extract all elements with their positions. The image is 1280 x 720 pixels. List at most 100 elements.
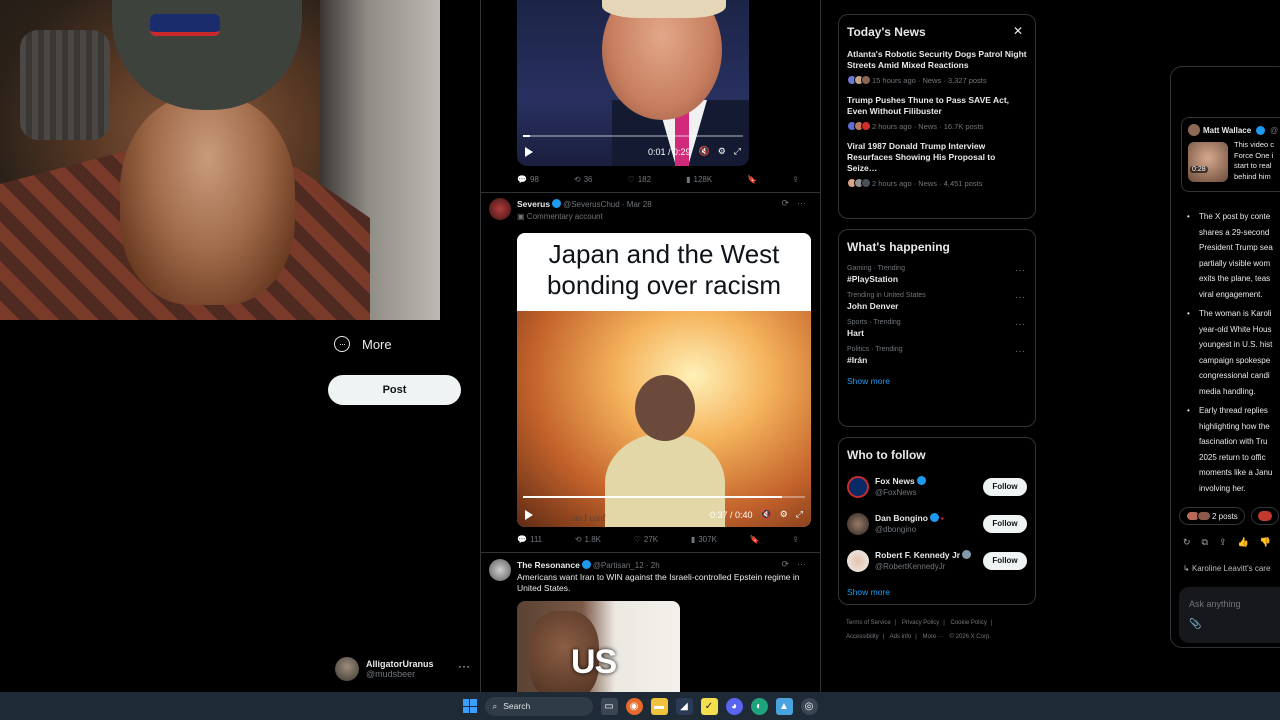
tweet-menu-icon[interactable]: ··· xyxy=(797,198,806,209)
trend-menu-icon[interactable]: ··· xyxy=(1015,265,1025,276)
follow-suggestion[interactable]: Robert F. Kennedy Jr @RobertKennedyJr Fo… xyxy=(839,542,1035,579)
tweet2-video[interactable]: Japan and the West bonding over racism n… xyxy=(517,233,811,527)
bookmark-icon[interactable]: 🔖 xyxy=(747,175,757,184)
video-progress-bar[interactable] xyxy=(523,496,805,498)
grok-bullet: The X post by conte shares a 29-second P… xyxy=(1187,209,1280,302)
share-icon[interactable]: ⇪ xyxy=(792,535,799,544)
like-button[interactable]: ♡ 182 xyxy=(628,175,652,184)
copy-icon[interactable]: ⧉ xyxy=(1202,537,1208,548)
grok-icon[interactable]: ⟳ xyxy=(781,559,789,570)
settings-icon[interactable]: ⚙ xyxy=(780,509,788,520)
tweet1-actions: 💬 98 ⟲ 36 ♡ 182 ▮ 128K 🔖 ⇪ xyxy=(517,175,799,184)
follow-button[interactable]: Follow xyxy=(983,477,1027,496)
mute-icon[interactable]: 🔇 xyxy=(761,509,772,520)
repost-button[interactable]: ⟲ 36 xyxy=(574,175,593,184)
firefox-icon[interactable]: ◉ xyxy=(625,697,643,715)
news-item[interactable]: Trump Pushes Thune to Pass SAVE Act, Eve… xyxy=(839,91,1035,137)
tweet2-date[interactable]: Mar 28 xyxy=(627,200,652,209)
file-explorer-icon[interactable]: ▬ xyxy=(650,697,668,715)
follow-suggestion[interactable]: Dan Bongino ▪ @dbongino Follow xyxy=(839,505,1035,542)
task-view-icon[interactable]: ▭ xyxy=(600,697,618,715)
account-switcher[interactable]: AlligatorUranus @mudsbeer ··· xyxy=(335,655,470,683)
windows-start-icon[interactable] xyxy=(462,699,477,713)
photos-icon[interactable]: ▲ xyxy=(775,697,793,715)
views-button[interactable]: ▮ 128K xyxy=(686,175,712,184)
play-icon[interactable] xyxy=(525,146,533,157)
footer-privacy[interactable]: Privacy Policy xyxy=(902,620,939,626)
account-name: AlligatorUranus xyxy=(366,659,434,669)
follow-suggestion[interactable]: Fox News @FoxNews Follow xyxy=(839,468,1035,505)
share-icon[interactable]: ⇪ xyxy=(1219,537,1227,548)
app-icon[interactable]: ◢ xyxy=(675,697,693,715)
notes-icon[interactable]: ✓ xyxy=(700,697,718,715)
footer-cookie[interactable]: Cookie Policy xyxy=(951,620,987,626)
footer-accessibility[interactable]: Accessibility xyxy=(846,634,879,640)
divider xyxy=(481,192,820,193)
taskbar: ⌕ Search ▭ ◉ ▬ ◢ ✓ ◕ ◐ ▲ ◎ xyxy=(0,692,1280,720)
fullscreen-icon[interactable]: ⤢ xyxy=(734,146,741,157)
grok-tools: ↻ ⧉ ⇪ 👍 👎 xyxy=(1183,537,1271,548)
show-more-link[interactable]: Show more xyxy=(839,579,1035,607)
play-icon[interactable] xyxy=(525,509,533,520)
verified-icon xyxy=(552,199,562,208)
views-button[interactable]: ▮ 307K xyxy=(691,535,717,544)
trend-menu-icon[interactable]: ··· xyxy=(1015,319,1025,330)
tweet-menu-icon[interactable]: ··· xyxy=(797,559,806,570)
trend-item[interactable]: Trending in United States John Denver ··… xyxy=(839,287,1035,314)
like-button[interactable]: ♡ 27K xyxy=(634,535,658,544)
close-icon[interactable]: ✕ xyxy=(1013,24,1023,38)
trend-menu-icon[interactable]: ··· xyxy=(1015,346,1025,357)
taskbar-search[interactable]: ⌕ Search xyxy=(484,696,593,716)
grok-quoted-post[interactable]: Matt Wallace @ 0:28 This video c Force On… xyxy=(1181,117,1280,192)
trend-item[interactable]: Politics · Trending #Irán ··· xyxy=(839,341,1035,368)
fullscreen-icon[interactable]: ⤢ xyxy=(796,509,803,520)
reply-button[interactable]: 💬 111 xyxy=(517,535,542,544)
tweet3-avatar[interactable] xyxy=(489,559,511,581)
edge-icon[interactable]: ◐ xyxy=(750,697,768,715)
grok-icon[interactable]: ⟳ xyxy=(781,198,789,209)
grok-answer-list: The X post by conte shares a 29-second P… xyxy=(1187,209,1280,500)
grok-suggestion[interactable]: ↳ Karoline Leavitt's care xyxy=(1183,564,1270,573)
thumbs-up-icon[interactable]: 👍 xyxy=(1238,537,1249,548)
post-button[interactable]: Post xyxy=(328,375,461,405)
views-count: 128K xyxy=(693,175,713,184)
like-count: 27K xyxy=(643,535,659,544)
footer-ads[interactable]: Ads info xyxy=(890,634,912,640)
video-progress-bar[interactable] xyxy=(523,135,743,137)
account-menu-icon[interactable]: ··· xyxy=(458,659,470,673)
trend-item[interactable]: Gaming · Trending #PlayStation ··· xyxy=(839,260,1035,287)
tweet3-name[interactable]: The Resonance xyxy=(517,560,580,570)
footer-more[interactable]: More ··· xyxy=(923,634,944,640)
follow-button[interactable]: Follow xyxy=(983,551,1027,570)
trend-item[interactable]: Sports · Trending Hart ··· xyxy=(839,314,1035,341)
posts-chip[interactable]: 2 posts xyxy=(1179,507,1245,525)
tweet3-date[interactable]: 2h xyxy=(651,561,660,570)
obs-icon[interactable]: ◎ xyxy=(800,697,818,715)
news-item[interactable]: Viral 1987 Donald Trump Interview Resurf… xyxy=(839,137,1035,194)
show-more-link[interactable]: Show more xyxy=(839,368,1035,396)
nav-more[interactable]: ··· More xyxy=(334,336,392,352)
repost-icon: ⟲ xyxy=(573,175,581,184)
tweet2-name[interactable]: Severus xyxy=(517,199,550,209)
thumbs-down-icon[interactable]: 👎 xyxy=(1260,537,1271,548)
share-icon[interactable]: ⇪ xyxy=(792,175,799,184)
trend-menu-icon[interactable]: ··· xyxy=(1015,292,1025,303)
avatars-icon xyxy=(847,178,871,188)
mute-icon[interactable]: 🔇 xyxy=(699,146,710,157)
attach-icon[interactable]: 📎 xyxy=(1189,619,1201,630)
sources-chip[interactable] xyxy=(1250,507,1279,525)
tweet2-avatar[interactable] xyxy=(489,198,511,220)
timeline-feed: 0:01 / 0:29 🔇 ⚙ ⤢ 💬 98 ⟲ 36 ♡ 182 ▮ 128K 🔖 ⇪… xyxy=(480,0,821,692)
news-item[interactable]: Atlanta's Robotic Security Dogs Patrol N… xyxy=(839,45,1035,91)
regenerate-icon[interactable]: ↻ xyxy=(1183,537,1191,548)
follow-button[interactable]: Follow xyxy=(983,514,1027,533)
reply-button[interactable]: 💬 98 xyxy=(517,175,539,184)
settings-icon[interactable]: ⚙ xyxy=(718,146,726,157)
discord-icon[interactable]: ◕ xyxy=(725,697,743,715)
tweet3-video[interactable]: US xyxy=(517,601,680,692)
bookmark-icon[interactable]: 🔖 xyxy=(750,535,760,544)
footer-terms[interactable]: Terms of Service xyxy=(846,620,891,626)
repost-button[interactable]: ⟲ 1.8K xyxy=(575,535,601,544)
tweet1-video[interactable]: 0:01 / 0:29 🔇 ⚙ ⤢ xyxy=(517,0,749,166)
grok-ask-input[interactable]: Ask anything 📎 xyxy=(1179,587,1280,643)
